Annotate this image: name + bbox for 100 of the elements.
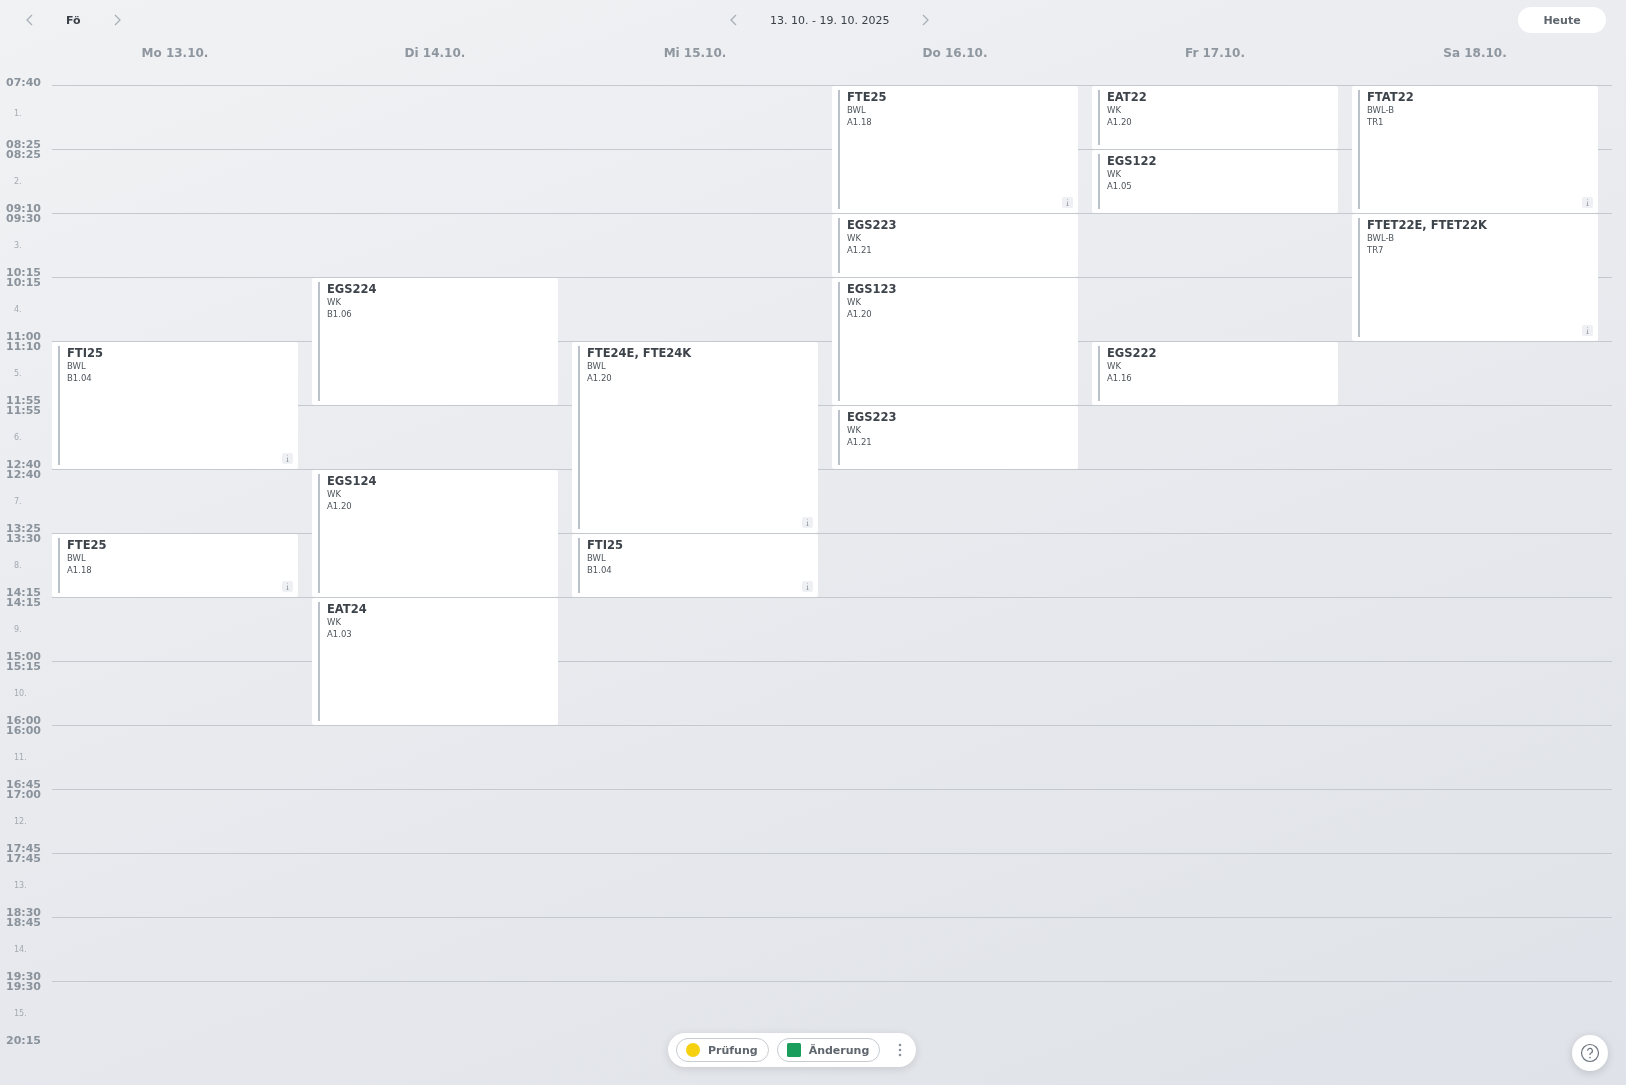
period-number: 8.	[13, 561, 22, 570]
legend-chip[interactable]: Änderung	[776, 1038, 881, 1062]
room-name: A1.18	[67, 564, 93, 576]
period-end-time: 11:55	[6, 395, 41, 406]
chevron-right-icon	[112, 14, 121, 26]
subject-name: BWL	[587, 360, 607, 372]
lesson-card[interactable]: EGS222 WK A1.16	[1092, 342, 1338, 405]
day-header: Fr 17.10.	[1184, 46, 1245, 60]
period-number: 6.	[13, 433, 22, 442]
period-start-time: 16:00	[6, 725, 41, 736]
lesson-card[interactable]: EAT22 WK A1.20	[1092, 86, 1338, 149]
room-name: A1.21	[847, 436, 873, 448]
room-name: A1.05	[1107, 180, 1133, 192]
class-name: EGS122	[1107, 154, 1157, 168]
lesson-card[interactable]: EGS123 WK A1.20	[832, 278, 1078, 405]
period-number: 1.	[13, 109, 22, 118]
period-start-time: 17:00	[6, 789, 41, 800]
room-name: A1.21	[847, 244, 873, 256]
class-name: FTAT22	[1367, 90, 1414, 104]
lesson-card[interactable]: EGS122 WK A1.05	[1092, 150, 1338, 213]
period-number: 13.	[13, 881, 27, 890]
period-start-time: 11:55	[6, 405, 41, 416]
period-end-time: 16:45	[6, 779, 41, 790]
help-icon	[1580, 1043, 1600, 1063]
subject-name: BWL-B	[1367, 104, 1396, 116]
lesson-card[interactable]: EGS224 WK B1.06	[312, 278, 558, 405]
room-name: A1.16	[1107, 372, 1133, 384]
room-name: B1.04	[587, 564, 613, 576]
room-name: A1.20	[587, 372, 613, 384]
info-icon[interactable]	[802, 581, 813, 592]
info-icon[interactable]	[802, 517, 813, 528]
period-end-time: 14:15	[6, 587, 41, 598]
period-end-time: 11:00	[6, 331, 41, 342]
period-number: 5.	[13, 369, 22, 378]
period-start-time: 19:30	[6, 981, 41, 992]
class-name: FTE25	[67, 538, 107, 552]
day-header: Di 14.10.	[404, 46, 466, 60]
room-name: B1.04	[67, 372, 93, 384]
period-start-time: 12:40	[6, 469, 41, 480]
class-name: EAT24	[327, 602, 367, 616]
period-start-time: 18:45	[6, 917, 41, 928]
lesson-card[interactable]: EGS223 WK A1.21	[832, 406, 1078, 469]
help-button[interactable]	[1572, 1035, 1608, 1071]
week-range: 13. 10. - 19. 10. 2025	[770, 13, 890, 27]
period-end-time: 10:15	[6, 267, 41, 278]
today-button[interactable]: Heute	[1518, 7, 1606, 33]
subject-name: WK	[1107, 104, 1122, 116]
class-name: EGS222	[1107, 346, 1157, 360]
class-name: EGS124	[327, 474, 377, 488]
period-number: 3.	[13, 241, 22, 250]
subject-name: BWL	[67, 552, 87, 564]
room-name: TR7	[1367, 244, 1385, 256]
subject-name: BWL	[67, 360, 87, 372]
period-number: 14.	[13, 945, 27, 954]
more-options-icon[interactable]	[898, 1043, 903, 1057]
class-name: FTE24E, FTE24K	[587, 346, 692, 360]
lesson-card[interactable]: FTE25 BWL A1.18	[832, 86, 1078, 213]
subject-name: BWL-B	[1367, 232, 1396, 244]
day-header: Do 16.10.	[922, 46, 988, 60]
period-number: 11.	[13, 753, 27, 762]
room-name: A1.20	[327, 500, 353, 512]
lesson-card[interactable]: FTE24E, FTE24K BWL A1.20	[572, 342, 818, 533]
lesson-card[interactable]: EGS223 WK A1.21	[832, 214, 1078, 277]
period-number: 10.	[13, 689, 27, 698]
class-name: FTI25	[67, 346, 103, 360]
room-name: B1.06	[327, 308, 353, 320]
class-name: EGS223	[847, 410, 897, 424]
lesson-card[interactable]: FTI25 BWL B1.04	[572, 534, 818, 597]
info-icon[interactable]	[282, 581, 293, 592]
subject-name: BWL	[587, 552, 607, 564]
period-start-time: 09:30	[6, 213, 41, 224]
period-start-time: 15:15	[6, 661, 41, 672]
room-name: A1.18	[847, 116, 873, 128]
info-icon[interactable]	[1062, 197, 1073, 208]
lesson-card[interactable]: EAT24 WK A1.03	[312, 598, 558, 725]
period-start-time: 13:30	[6, 533, 41, 544]
class-name: EGS223	[847, 218, 897, 232]
lesson-card[interactable]: FTI25 BWL B1.04	[52, 342, 298, 469]
lesson-card[interactable]: FTAT22 BWL-B TR1	[1352, 86, 1598, 213]
day-header: Sa 18.10.	[1443, 46, 1507, 60]
subject-name: WK	[847, 296, 862, 308]
info-icon[interactable]	[282, 453, 293, 464]
lesson-card[interactable]: FTET22E, FTET22K BWL-B TR7	[1352, 214, 1598, 341]
period-start-time: 07:40	[6, 77, 41, 88]
info-icon[interactable]	[1582, 197, 1593, 208]
subject-name: WK	[847, 232, 862, 244]
period-end-time: 08:25	[6, 139, 41, 150]
period-number: 12.	[13, 817, 27, 826]
class-name: FTET22E, FTET22K	[1367, 218, 1487, 232]
class-name: EGS123	[847, 282, 897, 296]
info-icon[interactable]	[1582, 325, 1593, 336]
period-end-time: 19:30	[6, 971, 41, 982]
lesson-card[interactable]: EGS124 WK A1.20	[312, 470, 558, 597]
class-name: EAT22	[1107, 90, 1147, 104]
chevron-right-icon	[921, 14, 930, 26]
day-header: Mi 15.10.	[663, 46, 727, 60]
lesson-card[interactable]: FTE25 BWL A1.18	[52, 534, 298, 597]
subject-name: WK	[327, 616, 342, 628]
legend-chip[interactable]: Prüfung	[676, 1038, 769, 1062]
period-end-time: 12:40	[6, 459, 41, 470]
